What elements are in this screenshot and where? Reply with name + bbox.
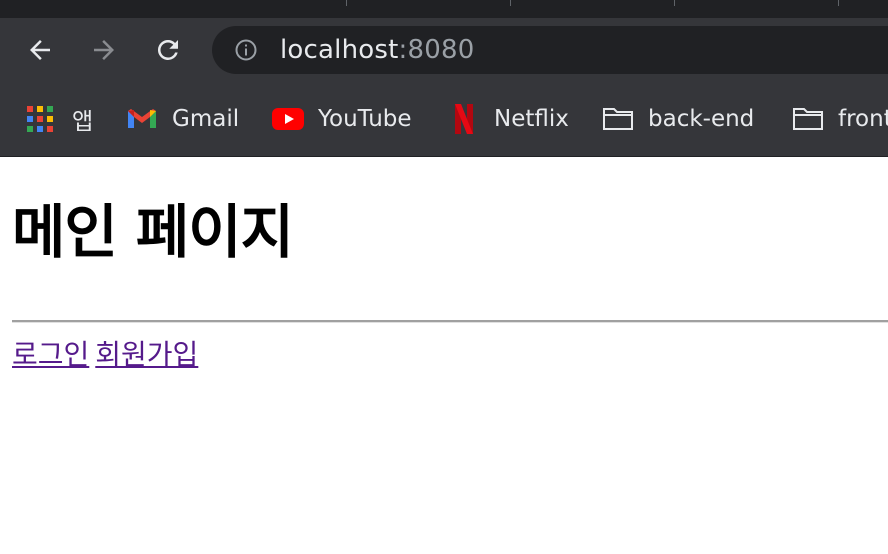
arrow-left-icon: [30, 40, 50, 60]
bookmark-label: Gmail: [172, 106, 240, 132]
reload-icon: [157, 39, 178, 60]
tab-separator: [674, 0, 675, 6]
bookmark-label: Netflix: [494, 106, 569, 132]
netflix-icon: [448, 103, 480, 135]
page-title: 메인 페이지: [12, 198, 294, 266]
url-host: localhost: [280, 35, 399, 65]
reload-button[interactable]: [152, 34, 184, 66]
bookmark-netflix[interactable]: Netflix: [448, 104, 569, 134]
tab-strip: [0, 0, 888, 18]
login-link[interactable]: 로그인: [12, 338, 89, 371]
folder-icon: [602, 103, 634, 135]
bookmark-folder-front[interactable]: front: [792, 104, 888, 134]
tab-separator: [838, 0, 839, 6]
gmail-icon: [126, 103, 158, 135]
bookmarks-bar: 앱 Gmail YouTube Netflix back-end front: [0, 82, 888, 157]
back-button[interactable]: [24, 34, 56, 66]
tab-separator: [510, 0, 511, 6]
youtube-icon: [272, 103, 304, 135]
tab-separator: [346, 0, 347, 6]
bookmark-label: 앱: [72, 109, 94, 135]
bookmark-apps[interactable]: 앱: [26, 103, 94, 135]
address-bar[interactable]: localhost:8080: [212, 26, 888, 74]
bookmark-gmail[interactable]: Gmail: [126, 104, 239, 134]
browser-toolbar: localhost:8080: [0, 18, 888, 82]
bookmark-label: front: [838, 106, 888, 132]
auth-links: 로그인 회원가입: [12, 337, 204, 373]
arrow-right-icon: [94, 40, 114, 60]
address-url[interactable]: localhost:8080: [280, 35, 474, 65]
url-port: :8080: [398, 35, 475, 65]
bookmark-folder-back-end[interactable]: back-end: [602, 104, 754, 134]
apps-grid-icon: [26, 103, 54, 135]
folder-icon: [792, 103, 824, 135]
info-icon[interactable]: [234, 38, 258, 62]
bookmark-label: YouTube: [318, 106, 412, 132]
bookmark-label: back-end: [648, 106, 755, 132]
forward-button[interactable]: [88, 34, 120, 66]
bookmark-youtube[interactable]: YouTube: [272, 104, 412, 134]
signup-link[interactable]: 회원가입: [95, 338, 198, 371]
divider: [12, 320, 888, 323]
